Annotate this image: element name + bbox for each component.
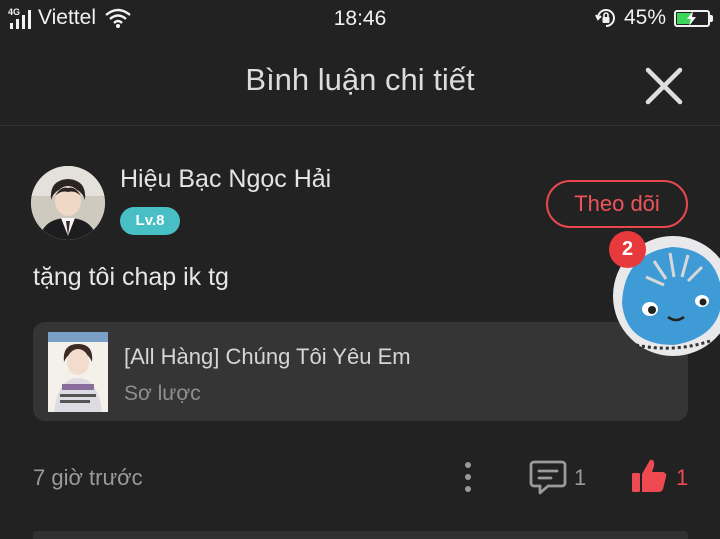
- battery-charging-icon: [674, 9, 713, 27]
- reply-count: 1: [574, 465, 587, 490]
- comment-text: tặng tôi chap ik tg: [33, 263, 229, 291]
- next-item-edge: [33, 531, 688, 539]
- header-bar: Bình luận chi tiết: [0, 40, 720, 126]
- status-right: 45%: [594, 6, 713, 30]
- level-badge: Lv.8: [120, 207, 180, 235]
- like-count: 1: [676, 465, 689, 490]
- rotation-lock-icon: [595, 9, 615, 27]
- posted-time: 7 giờ trước: [33, 465, 143, 490]
- story-card[interactable]: [All Hàng] Chúng Tôi Yêu Em Sơ lược: [33, 322, 688, 421]
- close-icon[interactable]: [640, 62, 688, 110]
- reply-icon[interactable]: [528, 457, 568, 497]
- battery-percent: 45%: [623, 6, 666, 29]
- author-name[interactable]: Hiệu Bạc Ngọc Hải: [120, 165, 331, 194]
- notification-badge: 2: [609, 231, 646, 268]
- story-title: [All Hàng] Chúng Tôi Yêu Em: [124, 344, 411, 369]
- like-icon[interactable]: [629, 456, 669, 496]
- status-bar: 4G Viettel 18:46 45%: [0, 0, 720, 38]
- story-cover: [48, 332, 108, 412]
- story-subtitle: Sơ lược: [124, 382, 201, 405]
- page-title: Bình luận chi tiết: [245, 62, 475, 97]
- follow-button[interactable]: Theo dõi: [546, 180, 688, 228]
- more-options-icon[interactable]: [455, 458, 481, 496]
- avatar[interactable]: [31, 166, 105, 240]
